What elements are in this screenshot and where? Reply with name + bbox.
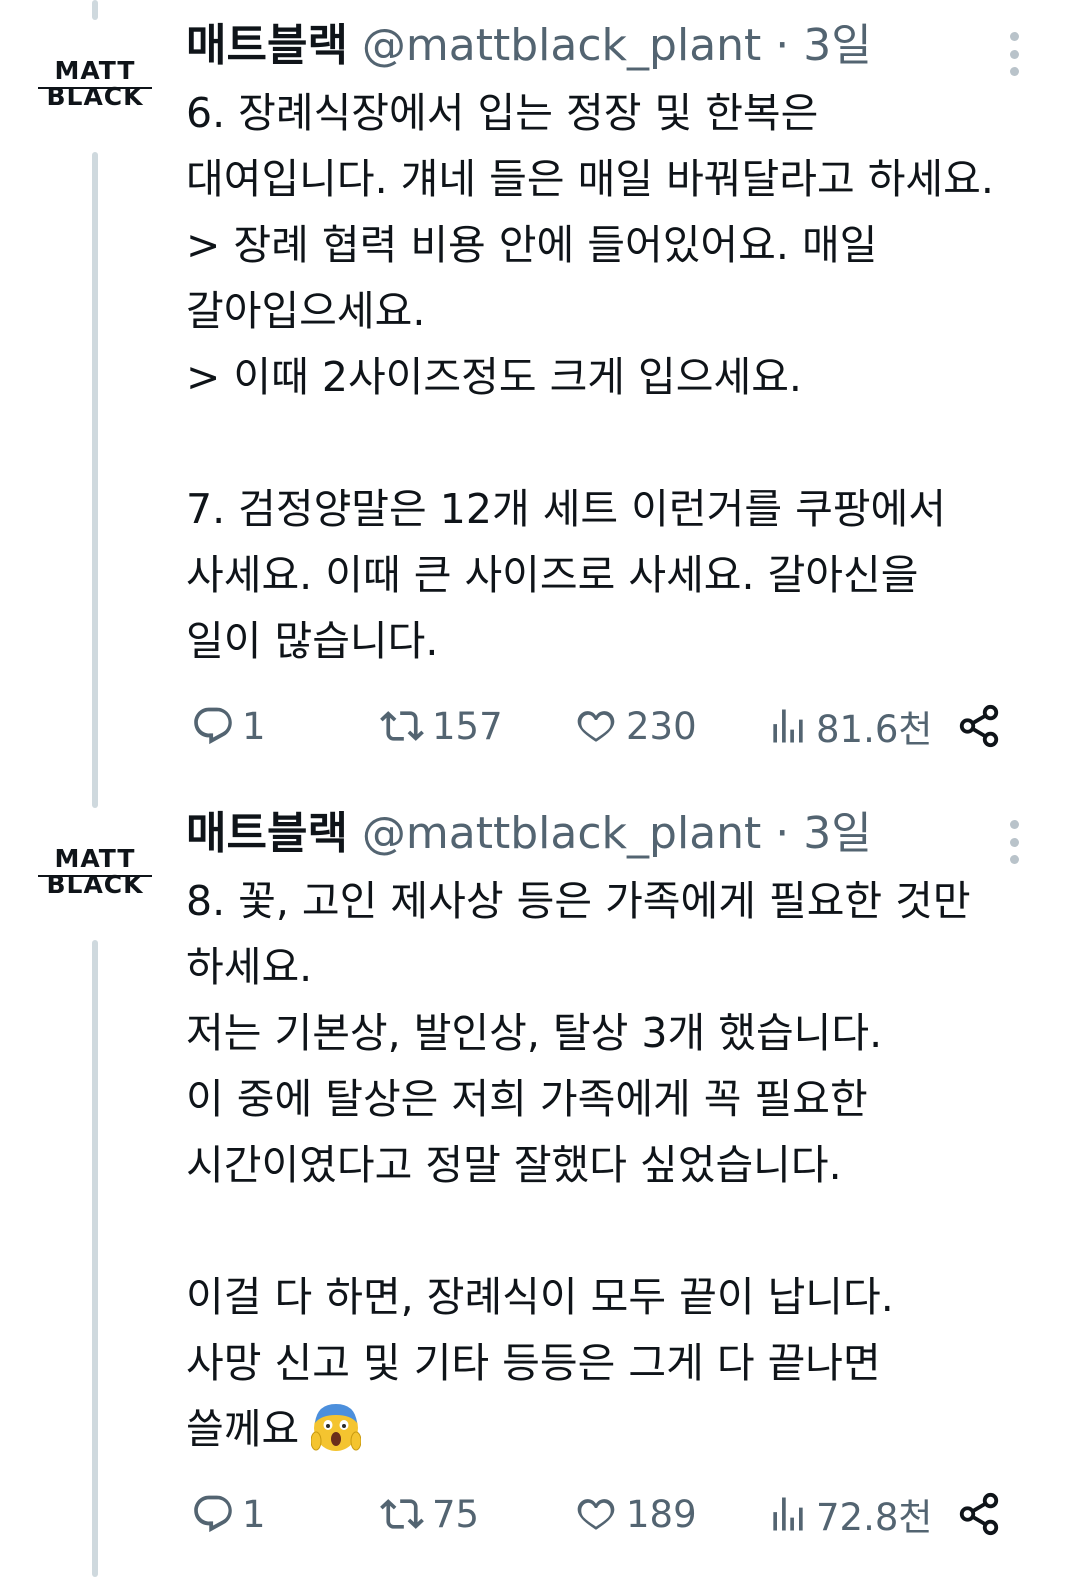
like-count: 189 <box>626 1492 697 1536</box>
tweet-text-line: 저는 기본상, 발인상, 탈상 3개 했습니다. <box>186 1009 883 1057</box>
avatar-logo-text: MATT <box>54 56 136 85</box>
separator-dot: · <box>775 808 790 859</box>
timestamp[interactable]: 3일 <box>803 20 871 71</box>
views-icon <box>773 709 803 743</box>
retweet-icon <box>380 711 424 741</box>
tweet-header: 매트블랙 @mattblack_plant · 3일 <box>186 16 872 76</box>
thread-line <box>92 940 98 1577</box>
views-button[interactable]: 72.8천 <box>766 1484 932 1544</box>
views-button[interactable]: 81.6천 <box>766 696 932 756</box>
more-options-icon[interactable] <box>1004 820 1024 864</box>
avatar-logo-text: MATT <box>54 844 136 873</box>
tweet[interactable]: MATT BLACK 매트블랙 @mattblack_plant · 3일 6.… <box>0 0 1080 808</box>
timestamp[interactable]: 3일 <box>803 808 871 859</box>
reply-count: 1 <box>242 704 266 748</box>
share-button[interactable] <box>956 696 1002 756</box>
tweet-text-line: 일이 많습니다. <box>186 617 439 665</box>
tweet-text-line: 8. 꽃, 고인 제사상 등은 가족에게 필요한 것만 <box>186 877 971 925</box>
display-name[interactable]: 매트블랙 <box>186 808 348 859</box>
tweet-actions: 1 157 230 81.6천 <box>186 696 1026 756</box>
share-icon <box>959 1492 999 1536</box>
retweet-count: 75 <box>432 1492 480 1536</box>
tweet-text-line: 갈아입으세요. <box>186 287 426 335</box>
avatar[interactable]: MATT BLACK <box>38 846 152 906</box>
tweet-text-line: > 이때 2사이즈정도 크게 입으세요. <box>186 353 802 401</box>
retweet-button[interactable]: 157 <box>378 696 503 756</box>
avatar[interactable]: MATT BLACK <box>38 58 152 118</box>
like-button[interactable]: 230 <box>572 696 697 756</box>
tweet-header: 매트블랙 @mattblack_plant · 3일 <box>186 804 872 864</box>
reply-button[interactable]: 1 <box>190 1484 266 1544</box>
like-count: 230 <box>626 704 697 748</box>
reply-count: 1 <box>242 1492 266 1536</box>
tweet-text-line: 이 중에 탈상은 저희 가족에게 꼭 필요한 <box>186 1075 868 1123</box>
reply-icon <box>194 707 232 745</box>
retweet-button[interactable]: 75 <box>378 1484 479 1544</box>
tweet-actions: 1 75 189 72.8천 <box>186 1484 1026 1544</box>
user-handle[interactable]: @mattblack_plant <box>362 808 761 859</box>
user-handle[interactable]: @mattblack_plant <box>362 20 761 71</box>
tweet-text-line: 이걸 다 하면, 장례식이 모두 끝이 납니다. <box>186 1273 894 1321</box>
tweet-text-line: 쓸께요 <box>186 1396 1056 1462</box>
heart-icon <box>577 711 615 742</box>
tweet-text-line: 7. 검정양말은 12개 세트 이런거를 쿠팡에서 <box>186 485 946 533</box>
reply-icon <box>194 1495 232 1533</box>
heart-icon <box>577 1499 615 1530</box>
avatar-logo-bar <box>38 87 152 89</box>
avatar-logo-bar <box>38 875 152 877</box>
tweet-text-fragment: 쓸께요 <box>186 1405 300 1453</box>
tweet-text-line: > 장례 협력 비용 안에 들어있어요. 매일 <box>186 221 878 269</box>
tweet-text-line: 사세요. 이때 큰 사이즈로 사세요. 갈아신을 <box>186 551 919 599</box>
thread-line <box>92 0 98 20</box>
tweet-text-line: 6. 장례식장에서 입는 정장 및 한복은 <box>186 89 819 137</box>
tweet-text: 8. 꽃, 고인 제사상 등은 가족에게 필요한 것만 하세요. 저는 기본상,… <box>186 868 1056 1462</box>
views-icon <box>773 1497 803 1531</box>
retweet-icon <box>380 1499 424 1529</box>
tweet-text-line: 대여입니다. 걔네 들은 매일 바꿔달라고 하세요. <box>186 155 994 203</box>
more-options-icon[interactable] <box>1004 32 1024 76</box>
share-icon <box>959 704 999 748</box>
tweet-text-line: 하세요. <box>186 943 313 991</box>
tweet[interactable]: MATT BLACK 매트블랙 @mattblack_plant · 3일 8.… <box>0 800 1080 1577</box>
tweet-text-line: 시간이였다고 정말 잘했다 싶었습니다. <box>186 1141 842 1189</box>
reply-button[interactable]: 1 <box>190 696 266 756</box>
thread-line <box>92 152 98 808</box>
like-button[interactable]: 189 <box>572 1484 697 1544</box>
screaming-face-emoji-icon <box>310 1401 362 1453</box>
separator-dot: · <box>775 20 790 71</box>
tweet-text-line: 사망 신고 및 기타 등등은 그게 다 끝나면 <box>186 1339 881 1387</box>
view-count: 72.8천 <box>816 1496 933 1539</box>
share-button[interactable] <box>956 1484 1002 1544</box>
tweet-text: 6. 장례식장에서 입는 정장 및 한복은 대여입니다. 걔네 들은 매일 바꿔… <box>186 80 1056 674</box>
view-count: 81.6천 <box>816 708 933 751</box>
display-name[interactable]: 매트블랙 <box>186 20 348 71</box>
retweet-count: 157 <box>432 704 503 748</box>
